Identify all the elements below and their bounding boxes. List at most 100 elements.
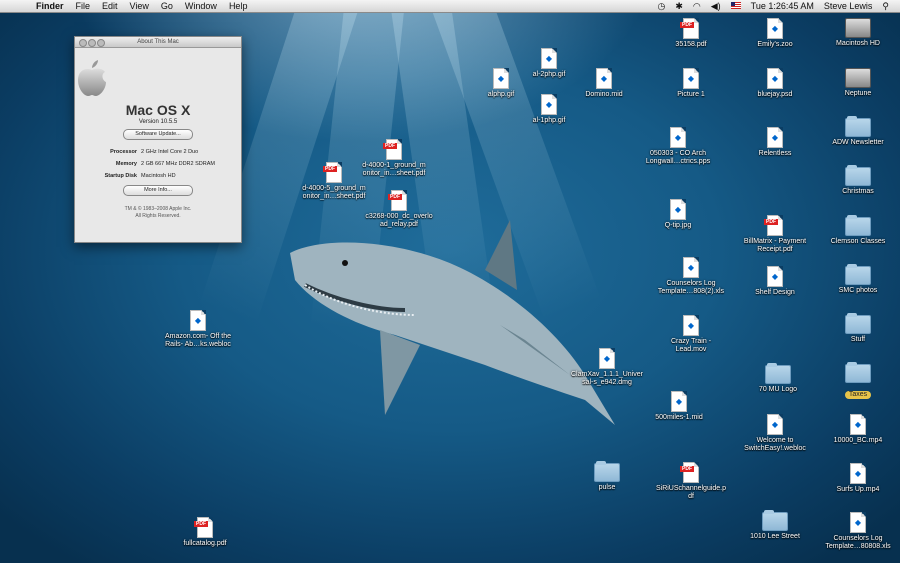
desktop-icon[interactable]: ◆ 500miles-1.mid [640,391,718,422]
close-button[interactable] [79,39,87,47]
menu-edit[interactable]: Edit [96,0,124,13]
menu-view[interactable]: View [124,0,155,13]
desktop-icon[interactable]: ◆ Emily's.zoo [736,18,814,49]
desktop-icon[interactable]: Stuff [819,313,897,344]
software-update-button[interactable]: Software Update... [123,129,193,140]
desktop-icon[interactable]: Macintosh HD [819,18,897,48]
minimize-button[interactable] [88,39,96,47]
spotlight-icon[interactable]: ⚲ [877,0,894,13]
bluetooth-icon[interactable]: ✱ [670,0,688,13]
desktop-icon[interactable]: ◆ Relentless [736,127,814,158]
desktop-icon-label: Stuff [850,336,866,343]
desktop-icon[interactable]: SMC photos [819,264,897,295]
desktop-icon-label: Clemson Classes [830,238,886,245]
desktop-icon[interactable]: ◆ 050303 - CO Arch Longwall…ctrics.pps [639,127,717,166]
pdf-file-icon: PDF [680,462,699,483]
desktop-icon[interactable]: Taxes [819,362,897,401]
document-icon: ◆ [767,414,783,435]
desktop-icon-label: SiRiUSchannelguide.p df [655,485,727,500]
document-icon: ◆ [767,127,783,148]
document-icon: ◆ [683,68,699,89]
pdf-file-icon: PDF [388,190,407,211]
desktop-icon[interactable]: ◆ 10000_BC.mp4 [819,414,897,445]
document-icon: ◆ [850,463,866,484]
desktop-icon[interactable]: PDF c3268-000_dc_overlo ad_relay.pdf [360,190,438,229]
desktop-icon[interactable]: PDF 35158.pdf [652,18,730,49]
menu-go[interactable]: Go [155,0,179,13]
desktop-icon[interactable]: ◆ Welcome to SwitchEasy!.webloc [736,414,814,453]
desktop-icon[interactable]: ◆ Picture 1 [652,68,730,99]
document-icon: ◆ [596,68,612,89]
desktop-icon[interactable]: Clemson Classes [819,215,897,246]
desktop-icon[interactable]: PDF fullcatalog.pdf [166,517,244,548]
desktop-icon[interactable]: ◆ Counselors Log Template…808(2).xls [652,257,730,296]
zoom-button[interactable] [97,39,105,47]
desktop-icon[interactable]: Christmas [819,165,897,196]
menubar-user[interactable]: Steve Lewis [819,0,878,13]
desktop-icon-label: Amazon.com- Off the Rails- Ab…ks.webloc [164,333,231,348]
desktop-icon[interactable]: PDF BillMatrix - Payment Receipt.pdf [736,215,814,254]
pdf-tag: PDF [764,219,778,225]
desktop-icon[interactable]: ◆ Counselors Log Template…80808.xls [819,512,897,551]
desktop-icon[interactable]: ◆ Surfs Up.mp4 [819,463,897,494]
document-mark-icon: ◆ [687,321,695,330]
input-flag-icon[interactable] [726,0,746,13]
document-mark-icon: ◆ [497,74,505,83]
desktop-icon-label: Christmas [842,188,874,195]
document-icon: ◆ [541,48,557,69]
pdf-file-icon: PDF [194,517,213,538]
document-mark-icon: ◆ [771,133,779,142]
pdf-tag: PDF [323,166,337,172]
volume-icon[interactable]: ◀) [706,0,726,13]
menu-help[interactable]: Help [223,0,254,13]
menu-file[interactable]: File [70,0,97,13]
window-titlebar[interactable]: About This Mac [75,37,241,48]
desktop-icon[interactable]: ◆ Crazy Train - Lead.mov [652,315,730,354]
desktop-icon[interactable]: ◆ ClamXav_1.1.1_Univer sal-s_e942.dmg [568,348,646,387]
document-icon: ◆ [671,391,687,412]
menu-window[interactable]: Window [179,0,223,13]
desktop-icon[interactable]: 1010 Lee Street [736,510,814,541]
desktop-icon-label: Emily's.zoo [757,41,793,48]
desktop-icon[interactable]: Neptune [819,68,897,98]
desktop[interactable]: Finder File Edit View Go Window Help ◷ ✱… [0,0,900,563]
apple-menu-icon[interactable] [10,0,22,12]
desktop-icon[interactable]: ◆ Q-tip.jpg [639,199,717,230]
menubar-clock[interactable]: Tue 1:26:45 AM [746,0,819,13]
startup-disk-value: Macintosh HD [141,173,176,179]
desktop-icon-label: Macintosh HD [836,40,880,47]
desktop-icon[interactable]: ◆ Shelf Design [736,266,814,297]
desktop-icon[interactable]: ◆ bluejay.psd [736,68,814,99]
menubar-extras: ◷ ✱ ◠ ◀) Tue 1:26:45 AM Steve Lewis ⚲ [652,0,894,13]
desktop-icon-label: SMC photos [838,287,878,294]
time-machine-icon[interactable]: ◷ [652,0,670,13]
folder-icon [845,264,871,285]
document-mark-icon: ◆ [603,354,611,363]
menu-finder[interactable]: Finder [30,0,70,13]
desktop-icon[interactable]: PDF SiRiUSchannelguide.p df [652,462,730,501]
copyright-text: TM & © 1983–2008 Apple Inc. All Rights R… [75,206,241,220]
desktop-icon[interactable]: ADW Newsletter [819,116,897,147]
wifi-icon[interactable]: ◠ [688,0,706,13]
pdf-file-icon: PDF [383,139,402,160]
document-icon: ◆ [599,348,615,369]
desktop-icon-label: Shelf Design [755,289,795,296]
document-icon: ◆ [767,68,783,89]
document-mark-icon: ◆ [675,397,683,406]
desktop-icon[interactable]: ◆ Amazon.com- Off the Rails- Ab…ks.webloc [159,310,237,349]
desktop-icon-label: Counselors Log Template…80808.xls [825,535,891,550]
desktop-icon-label: Neptune [844,90,872,97]
desktop-icon[interactable]: pulse [568,461,646,492]
shark-wallpaper [290,220,615,425]
document-mark-icon: ◆ [545,54,553,63]
os-version: Version 10.5.5 [138,119,178,125]
pdf-tag: PDF [388,194,402,200]
desktop-icon[interactable]: ◆ al-1php.gif [510,94,588,125]
desktop-icon-label: 050303 - CO Arch Longwall…ctrics.pps [645,150,711,165]
document-icon: ◆ [850,414,866,435]
more-info-button[interactable]: More Info... [123,185,193,196]
document-icon: ◆ [683,315,699,336]
document-mark-icon: ◆ [545,100,553,109]
desktop-icon[interactable]: 70 MU Logo [739,363,817,394]
document-mark-icon: ◆ [674,133,682,142]
